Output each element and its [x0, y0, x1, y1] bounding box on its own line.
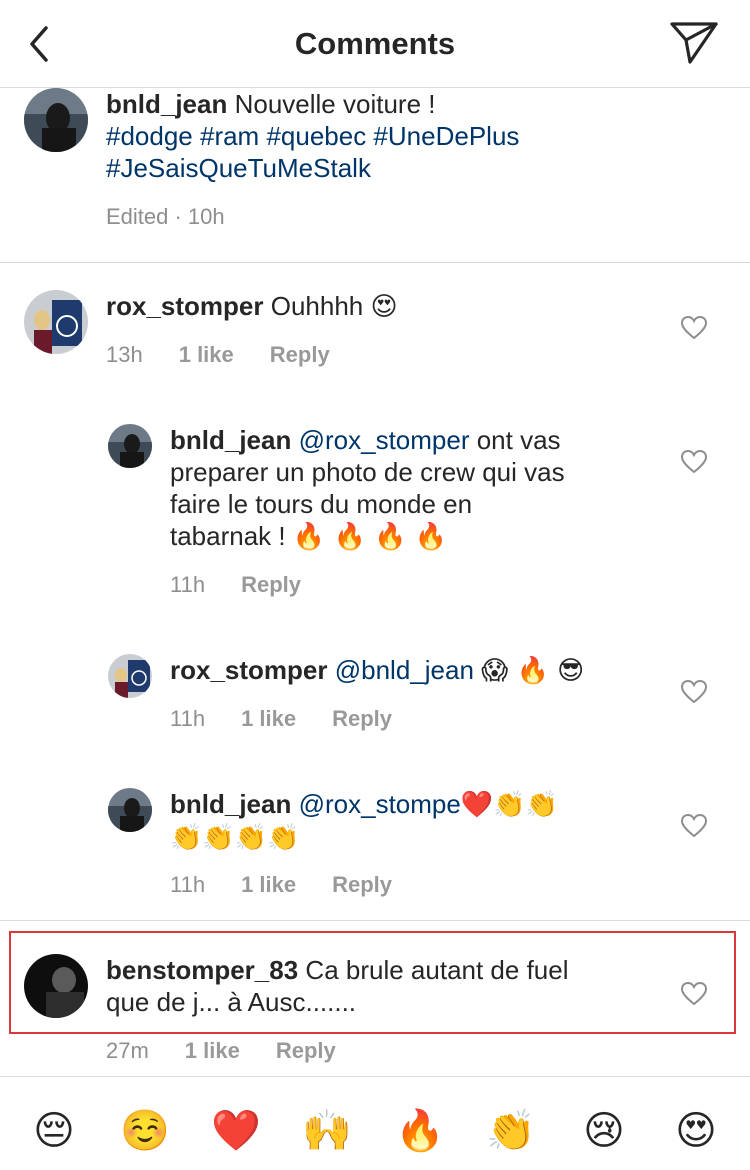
emoji: 😍	[370, 292, 398, 322]
emoji-heart-eyes-button[interactable]: 😍	[668, 1103, 724, 1159]
emoji: 👏👏👏👏	[170, 823, 300, 853]
comment-meta: 11h Reply	[170, 572, 301, 598]
hashtags[interactable]: #JeSaisQueTuMeStalk	[106, 153, 371, 183]
likes-count[interactable]: 1 like	[179, 342, 234, 367]
comment-body: preparer un photo de crew qui vas	[170, 457, 565, 487]
comment-body: Ca brule autant de fuel	[305, 955, 569, 985]
username[interactable]: rox_stomper	[106, 291, 264, 321]
heart-icon[interactable]	[681, 316, 707, 340]
caption-meta: Edited · 10h	[106, 204, 225, 229]
divider	[0, 920, 750, 921]
emoji: 🔥 🔥 🔥 🔥	[292, 522, 448, 552]
comment-body: tabarnak !	[170, 521, 286, 551]
avatar[interactable]	[24, 290, 88, 354]
likes-count[interactable]: 1 like	[241, 706, 296, 731]
heart-icon[interactable]	[681, 680, 707, 704]
comment-text: bnld_jean @rox_stompe❤️👏👏 👏👏👏👏	[170, 788, 650, 854]
comment-body: ont vas	[469, 425, 561, 455]
emoji-fire-button[interactable]: 🔥	[392, 1103, 448, 1159]
username[interactable]: benstomper_83	[106, 955, 298, 985]
timestamp: 27m	[106, 1038, 149, 1063]
comment: rox_stomper Ouhhhh 😍 13h 1 like Reply	[0, 290, 750, 380]
heart-icon[interactable]	[681, 982, 707, 1006]
header: Comments	[0, 0, 750, 88]
reply-button[interactable]: Reply	[241, 572, 301, 597]
likes-count[interactable]: 1 like	[241, 872, 296, 897]
username[interactable]: bnld_jean	[170, 425, 291, 455]
comment-body: Ouhhhh	[270, 291, 364, 321]
timestamp: 11h	[170, 572, 206, 597]
comment: benstomper_83 Ca brule autant de fuel qu…	[0, 954, 750, 1064]
reply-button[interactable]: Reply	[332, 706, 392, 731]
avatar[interactable]	[24, 954, 88, 1018]
likes-count[interactable]: 1 like	[185, 1038, 240, 1063]
emoji-bar: 😔 ☺️ ❤️ 🙌 🔥 👏 😢 😍	[0, 1076, 750, 1170]
comment-reply: rox_stomper @bnld_jean 😱 🔥 😎 11h 1 like Re…	[0, 654, 750, 734]
comment-reply: bnld_jean @rox_stompe❤️👏👏 👏👏👏👏 11h 1 like…	[0, 788, 750, 900]
comment-body: que de j... à Ausc.......	[106, 987, 357, 1017]
send-direct-icon[interactable]	[668, 18, 720, 66]
caption: bnld_jean Nouvelle voiture ! #dodge #ram…	[0, 88, 750, 262]
avatar[interactable]	[108, 654, 152, 698]
reply-button[interactable]: Reply	[332, 872, 392, 897]
emoji: ❤️👏👏	[460, 790, 558, 820]
comment-meta: 11h 1 like Reply	[170, 872, 392, 898]
comment-body: faire le tours du monde en	[170, 489, 473, 519]
heart-icon[interactable]	[681, 450, 707, 474]
timestamp: 13h	[106, 342, 143, 367]
hashtags[interactable]: #dodge #ram #quebec #UneDePlus	[106, 121, 519, 151]
username[interactable]: bnld_jean	[170, 789, 291, 819]
mention[interactable]: @bnld_jean	[335, 655, 474, 685]
timestamp: 11h	[170, 872, 206, 897]
mention[interactable]: @rox_stomper	[299, 425, 470, 455]
heart-icon[interactable]	[681, 814, 707, 838]
page-title: Comments	[294, 26, 456, 61]
username[interactable]: bnld_jean	[106, 89, 227, 119]
comment-meta: 27m 1 like Reply	[106, 1038, 336, 1064]
avatar[interactable]	[108, 424, 152, 468]
comment-text: bnld_jean @rox_stomper ont vas preparer …	[170, 424, 650, 553]
avatar[interactable]	[24, 88, 88, 152]
mention[interactable]: @rox_stompe	[299, 789, 461, 819]
emoji-heart-button[interactable]: ❤️	[208, 1103, 264, 1159]
comment-meta: 13h 1 like Reply	[106, 342, 330, 368]
comment-text: rox_stomper @bnld_jean 😱 🔥 😎	[170, 654, 650, 687]
caption-body: Nouvelle voiture !	[234, 89, 436, 119]
emoji-pensive-button[interactable]: 😔	[26, 1103, 82, 1159]
emoji-raised-hands-button[interactable]: 🙌	[299, 1103, 355, 1159]
avatar[interactable]	[108, 788, 152, 832]
emoji: 😱 🔥 😎	[481, 656, 585, 686]
caption-text: bnld_jean Nouvelle voiture ! #dodge #ram…	[106, 88, 716, 184]
reply-button[interactable]: Reply	[276, 1038, 336, 1063]
comment-reply: bnld_jean @rox_stomper ont vas preparer …	[0, 424, 750, 604]
comment-text: rox_stomper Ouhhhh 😍	[106, 290, 666, 323]
emoji-crying-button[interactable]: 😢	[576, 1103, 632, 1159]
emoji-relaxed-button[interactable]: ☺️	[117, 1103, 173, 1159]
comment-meta: 11h 1 like Reply	[170, 706, 392, 732]
reply-button[interactable]: Reply	[270, 342, 330, 367]
emoji-clap-button[interactable]: 👏	[483, 1103, 539, 1159]
divider	[0, 262, 750, 263]
username[interactable]: rox_stomper	[170, 655, 328, 685]
comment-text: benstomper_83 Ca brule autant de fuel qu…	[106, 954, 666, 1018]
timestamp: 11h	[170, 706, 206, 731]
